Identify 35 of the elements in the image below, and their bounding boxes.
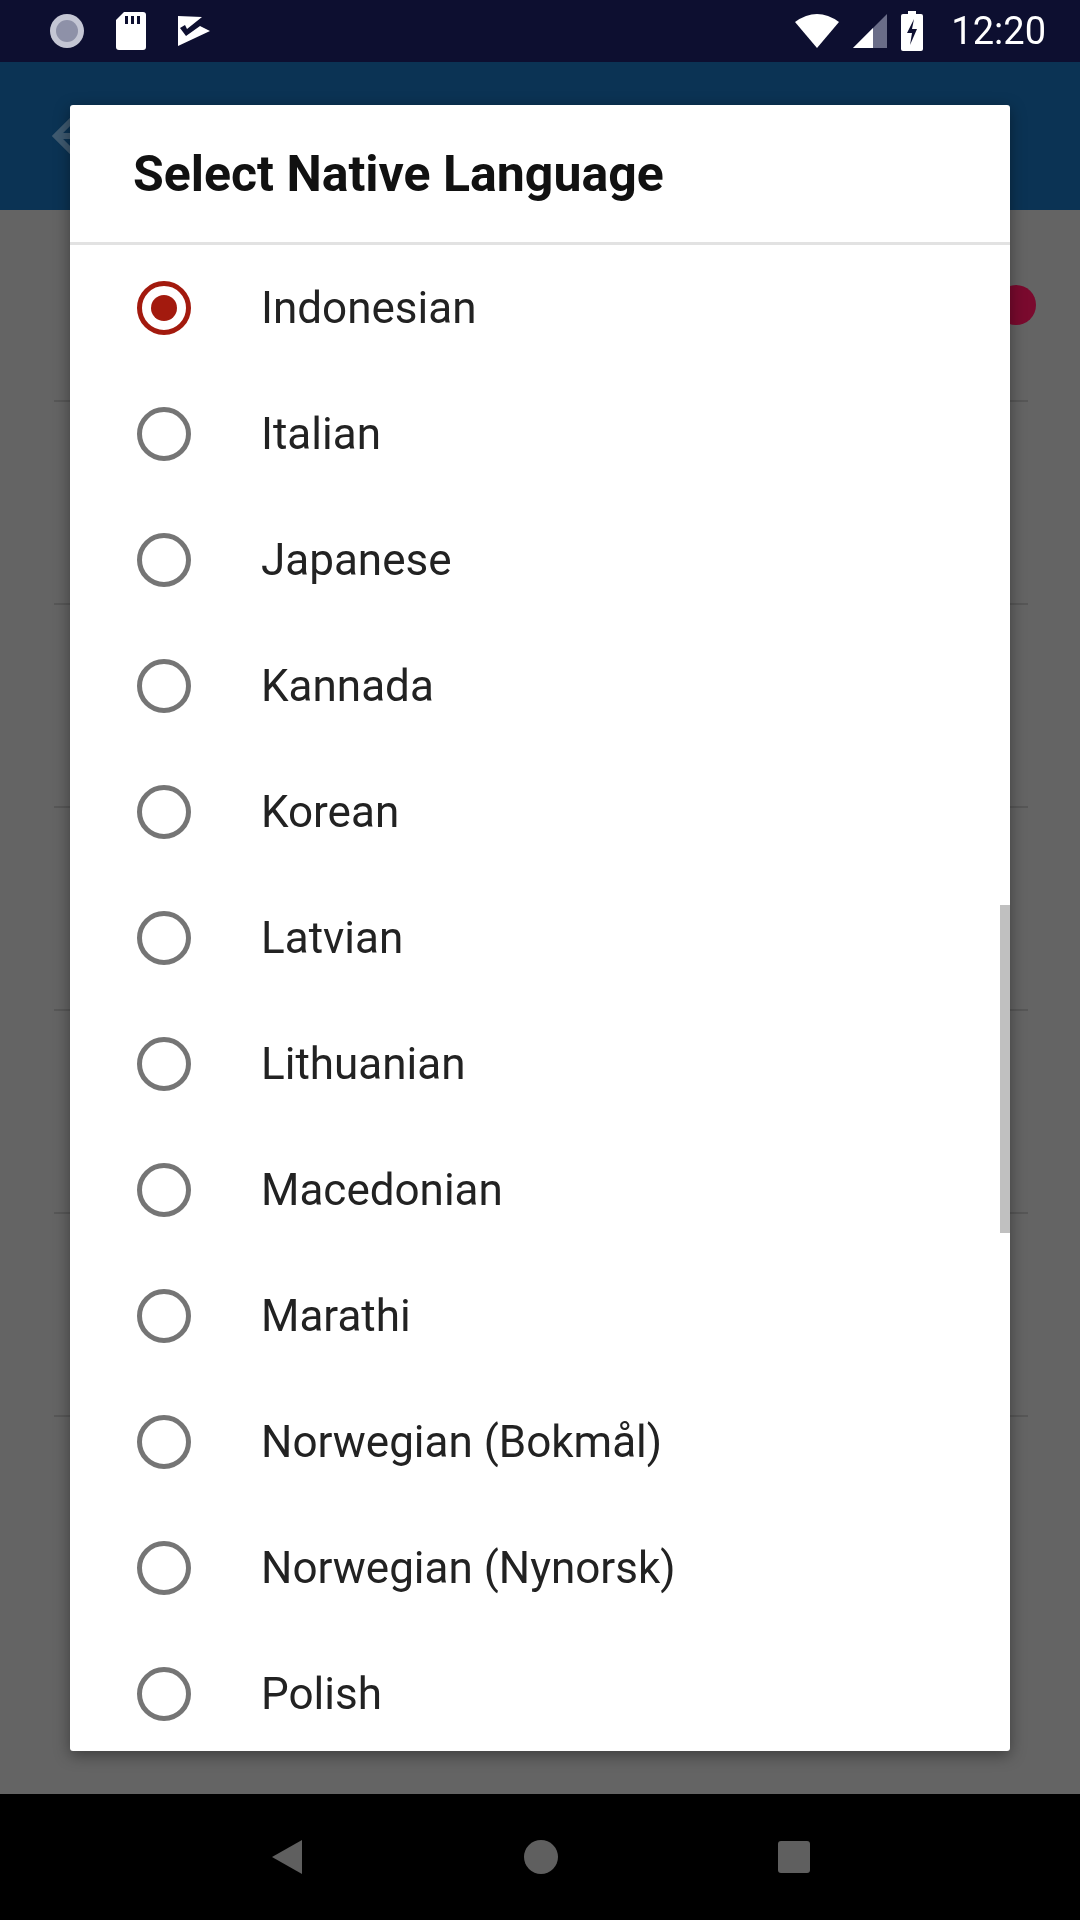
language-option[interactable]: Macedonian [70, 1127, 1010, 1253]
language-option[interactable]: Marathi [70, 1253, 1010, 1379]
radio-button[interactable] [137, 1289, 191, 1343]
overview-icon[interactable] [778, 1841, 811, 1873]
language-option[interactable]: Lithuanian [70, 1001, 1010, 1127]
radio-button[interactable] [137, 281, 191, 335]
check-icon [176, 14, 212, 48]
radio-button[interactable] [137, 1037, 191, 1091]
language-option[interactable]: Norwegian (Nynorsk) [70, 1505, 1010, 1631]
battery-charging-icon [901, 11, 924, 51]
radio-button[interactable] [137, 1415, 191, 1469]
language-option[interactable]: Indonesian [70, 245, 1010, 371]
scrollbar[interactable] [1000, 905, 1010, 1233]
radio-button[interactable] [137, 533, 191, 587]
radio-button[interactable] [137, 1163, 191, 1217]
dialog-title: Select Native Language [70, 105, 1010, 245]
radio-button[interactable] [137, 659, 191, 713]
language-option[interactable]: Polish [70, 1631, 1010, 1751]
clock-time: 12:20 [951, 9, 1046, 53]
language-option[interactable]: Norwegian (Bokmål) [70, 1379, 1010, 1505]
language-option[interactable]: Latvian [70, 875, 1010, 1001]
sd-card-icon [116, 12, 146, 50]
loading-icon [48, 12, 86, 50]
wifi-icon [795, 14, 840, 48]
signal-icon [853, 14, 888, 48]
language-option[interactable]: Italian [70, 371, 1010, 497]
radio-button[interactable] [137, 911, 191, 965]
radio-button[interactable] [137, 1667, 191, 1721]
language-option[interactable]: Korean [70, 749, 1010, 875]
radio-button[interactable] [137, 785, 191, 839]
home-icon[interactable] [523, 1839, 559, 1875]
language-option[interactable]: Kannada [70, 623, 1010, 749]
radio-button[interactable] [137, 407, 191, 461]
language-option[interactable]: Japanese [70, 497, 1010, 623]
radio-button[interactable] [137, 1541, 191, 1595]
